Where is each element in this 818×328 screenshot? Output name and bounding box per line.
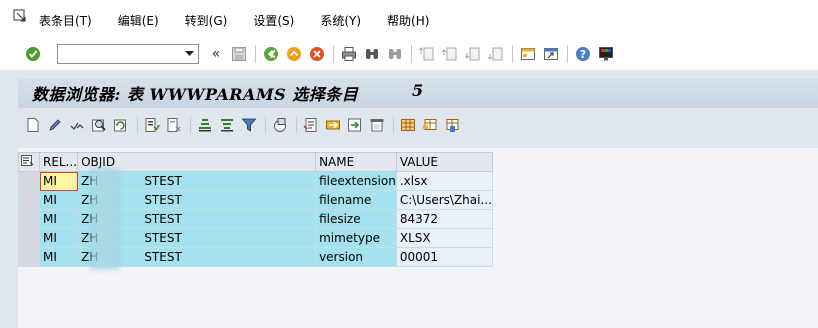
cancel-icon[interactable] [308,45,326,63]
sort-descending-icon[interactable] [218,116,236,134]
change-layout-icon[interactable] [421,116,439,134]
layout-grid-icon[interactable] [399,116,417,134]
next-page-icon[interactable] [464,45,482,63]
cell-relid[interactable]: MI [38,247,79,267]
shortcut-icon[interactable] [542,45,560,63]
toolbar-separator [190,117,191,133]
cell-name[interactable]: version [315,247,397,267]
toolbar-separator [255,45,256,63]
row-selector[interactable] [18,228,40,248]
edit-icon[interactable] [46,116,64,134]
refresh-icon[interactable] [112,116,130,134]
toolbar-separator [333,45,334,63]
row-selector[interactable] [18,247,40,267]
cell-value[interactable]: XLSX [395,228,493,248]
cell-relid[interactable]: MI [38,190,79,210]
find-next-icon[interactable] [386,45,404,63]
save-layout-icon[interactable] [443,116,461,134]
toolbar-separator [567,45,568,63]
column-header-value[interactable]: VALUE [395,152,493,172]
redaction-blur [90,168,120,270]
cell-relid[interactable]: MI [38,209,79,229]
menu-item-system[interactable]: 系统(Y) [320,12,361,29]
search-icon[interactable] [90,116,108,134]
filter-icon[interactable] [240,116,258,134]
layout-icon[interactable] [597,45,615,63]
alv-toolbar [18,112,818,138]
cell-relid[interactable]: MI [38,171,79,191]
previous-page-icon[interactable] [441,45,459,63]
menu-item-settings[interactable]: 设置(S) [253,12,294,29]
cell-name[interactable]: filename [315,190,397,210]
cell-value[interactable]: 84372 [395,209,493,229]
menu-item-help[interactable]: 帮助(H) [387,12,429,29]
first-page-icon[interactable] [418,45,436,63]
print-preview-icon[interactable] [324,116,342,134]
toolbar-separator [265,117,266,133]
toolbar-separator [296,117,297,133]
command-field[interactable] [57,44,199,64]
mail-icon[interactable] [368,116,386,134]
find-icon[interactable] [363,45,381,63]
objid-suffix: STEST [144,250,182,264]
exit-icon[interactable] [285,45,303,63]
svg-text:?: ? [580,48,586,61]
export-icon[interactable] [302,116,320,134]
objid-suffix: STEST [144,231,182,245]
cell-name[interactable]: fileextension [315,171,397,191]
select-all-icon[interactable] [143,116,161,134]
select-all-rows-button[interactable] [18,152,40,172]
row-selector[interactable] [18,171,40,191]
cell-relid[interactable]: MI [38,228,79,248]
deselect-all-icon[interactable] [165,116,183,134]
menu-item-edit[interactable]: 编辑(E) [118,12,159,29]
check-table-icon[interactable] [68,116,86,134]
local-file-icon[interactable] [346,116,364,134]
cell-value[interactable]: C:\Users\Zhai... [395,190,493,210]
row-selector[interactable] [18,209,40,229]
objid-suffix: STEST [144,212,182,226]
cell-value[interactable]: .xlsx [395,171,493,191]
menu-bar: 表条目(T) 编辑(E) 转到(G) 设置(S) 系统(Y) 帮助(H) [0,0,818,40]
menu-overview-icon[interactable] [13,9,27,23]
page-title: 数据浏览器: 表 WWWPARAMS 选择条目 [32,85,359,104]
enter-icon[interactable] [24,45,42,63]
column-header-relid[interactable]: REL... [38,152,79,172]
cell-name[interactable]: filesize [315,209,397,229]
row-selector[interactable] [18,190,40,210]
collapse-command-button[interactable]: « [207,45,225,63]
objid-suffix: STEST [144,193,182,207]
column-header-name[interactable]: NAME [315,152,397,172]
objid-suffix: STEST [144,174,182,188]
print-icon[interactable] [340,45,358,63]
new-session-icon[interactable] [519,45,537,63]
cell-name[interactable]: mimetype [315,228,397,248]
menu-item-goto[interactable]: 转到(G) [185,12,228,29]
back-icon[interactable] [262,45,280,63]
chevron-down-icon[interactable] [183,47,195,61]
entry-count: 5 [412,81,424,100]
toolbar-separator [512,45,513,63]
save-icon[interactable] [230,45,248,63]
sort-ascending-icon[interactable] [196,116,214,134]
command-input[interactable] [58,45,178,63]
cell-value[interactable]: 00001 [395,247,493,267]
standard-toolbar: « ? [0,40,818,68]
toolbar-separator [411,45,412,63]
last-page-icon[interactable] [487,45,505,63]
details-icon[interactable] [24,116,42,134]
total-icon[interactable] [271,116,289,134]
help-icon[interactable]: ? [574,45,592,63]
toolbar-separator [393,117,394,133]
toolbar-separator [137,117,138,133]
menu-item-table-entry[interactable]: 表条目(T) [39,12,92,29]
table-settings-icon [21,154,34,166]
